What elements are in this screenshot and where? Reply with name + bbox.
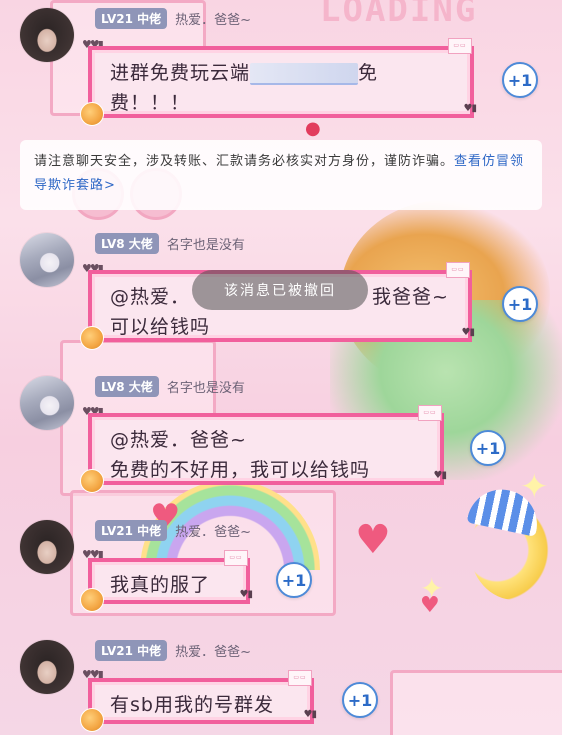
plus-one-button[interactable]: +1	[470, 430, 506, 466]
message-header: LV8 大佬 名字也是没有	[95, 232, 245, 254]
avatar[interactable]	[20, 8, 74, 62]
chat-message-list[interactable]: LV21 中佬 热爱．爸爸~ ♥♥▮ 进群免费玩云端免 费！！！ ▭▭ ♥▮ +…	[0, 0, 562, 735]
message-header: LV21 中佬 热爱．爸爸~	[95, 7, 251, 29]
message-text: 进群免费玩云端免 费！！！	[110, 62, 379, 114]
bubble-tag-icon: ▭▭	[224, 550, 248, 566]
avatar[interactable]	[20, 376, 74, 430]
message-bubble[interactable]: @热爱．爸爸~ 免费的不好用，我可以给钱吗 ▭▭ ♥▮	[80, 405, 447, 493]
sender-nickname[interactable]: 名字也是没有	[167, 377, 245, 396]
message-header: LV8 大佬 名字也是没有	[95, 375, 245, 397]
squirrel-sticker-icon	[80, 326, 104, 350]
avatar[interactable]	[20, 520, 74, 574]
squirrel-sticker-icon	[80, 102, 104, 126]
message-header: LV21 中佬 热爱．爸爸~	[95, 519, 251, 541]
plus-one-button[interactable]: +1	[502, 62, 538, 98]
message-text: 有sb用我的号群发	[110, 694, 274, 716]
level-badge: LV8 大佬	[95, 375, 159, 397]
sender-nickname[interactable]: 名字也是没有	[167, 234, 245, 253]
sender-nickname[interactable]: 热爱．爸爸~	[175, 9, 251, 28]
message-text: @热爱．爸爸~ 免费的不好用，我可以给钱吗	[110, 429, 371, 481]
plus-one-button[interactable]: +1	[342, 682, 378, 718]
heart-chain-icon: ♥▮	[461, 327, 476, 338]
bubble-tag-icon: ▭▭	[448, 38, 472, 54]
plus-one-button[interactable]: +1	[276, 562, 312, 598]
level-badge: LV21 中佬	[95, 7, 168, 29]
squirrel-sticker-icon	[80, 588, 104, 612]
security-notice-text: 请注意聊天安全，涉及转账、汇款请务必核实对方身份，谨防诈骗。	[34, 154, 455, 169]
sender-nickname[interactable]: 热爱．爸爸~	[175, 641, 251, 660]
message-bubble[interactable]: 有sb用我的号群发 ▭▭ ♥▮	[80, 670, 317, 732]
heart-chain-icon: ♥▮	[303, 709, 318, 720]
message-text: 我真的服了	[110, 574, 211, 596]
bubble-tag-icon: ▭▭	[288, 670, 312, 686]
message-bubble[interactable]: 我真的服了 ▭▭ ♥▮	[80, 550, 253, 612]
message-header: LV21 中佬 热爱．爸爸~	[95, 639, 251, 661]
plus-one-button[interactable]: +1	[502, 286, 538, 322]
level-badge: LV8 大佬	[95, 232, 159, 254]
level-badge: LV21 中佬	[95, 639, 168, 661]
avatar[interactable]	[20, 233, 74, 287]
message-bubble[interactable]: 进群免费玩云端免 费！！！ ▭▭ ♥▮	[80, 38, 477, 126]
security-notice: 请注意聊天安全，涉及转账、汇款请务必核实对方身份，谨防诈骗。查看仿冒领导欺诈套路…	[20, 140, 542, 210]
heart-chain-icon: ♥▮	[433, 470, 448, 481]
heart-chain-icon: ♥▮	[239, 589, 254, 600]
heart-chain-icon: ♥▮	[463, 103, 478, 114]
avatar[interactable]	[20, 640, 74, 694]
redacted-text	[250, 62, 359, 85]
bubble-tag-icon: ▭▭	[446, 262, 470, 278]
recalled-message-toast: 该消息已被撤回	[192, 270, 368, 310]
bubble-tag-icon: ▭▭	[418, 405, 442, 421]
level-badge: LV21 中佬	[95, 519, 168, 541]
sender-nickname[interactable]: 热爱．爸爸~	[175, 521, 251, 540]
squirrel-sticker-icon	[80, 469, 104, 493]
squirrel-sticker-icon	[80, 708, 104, 732]
